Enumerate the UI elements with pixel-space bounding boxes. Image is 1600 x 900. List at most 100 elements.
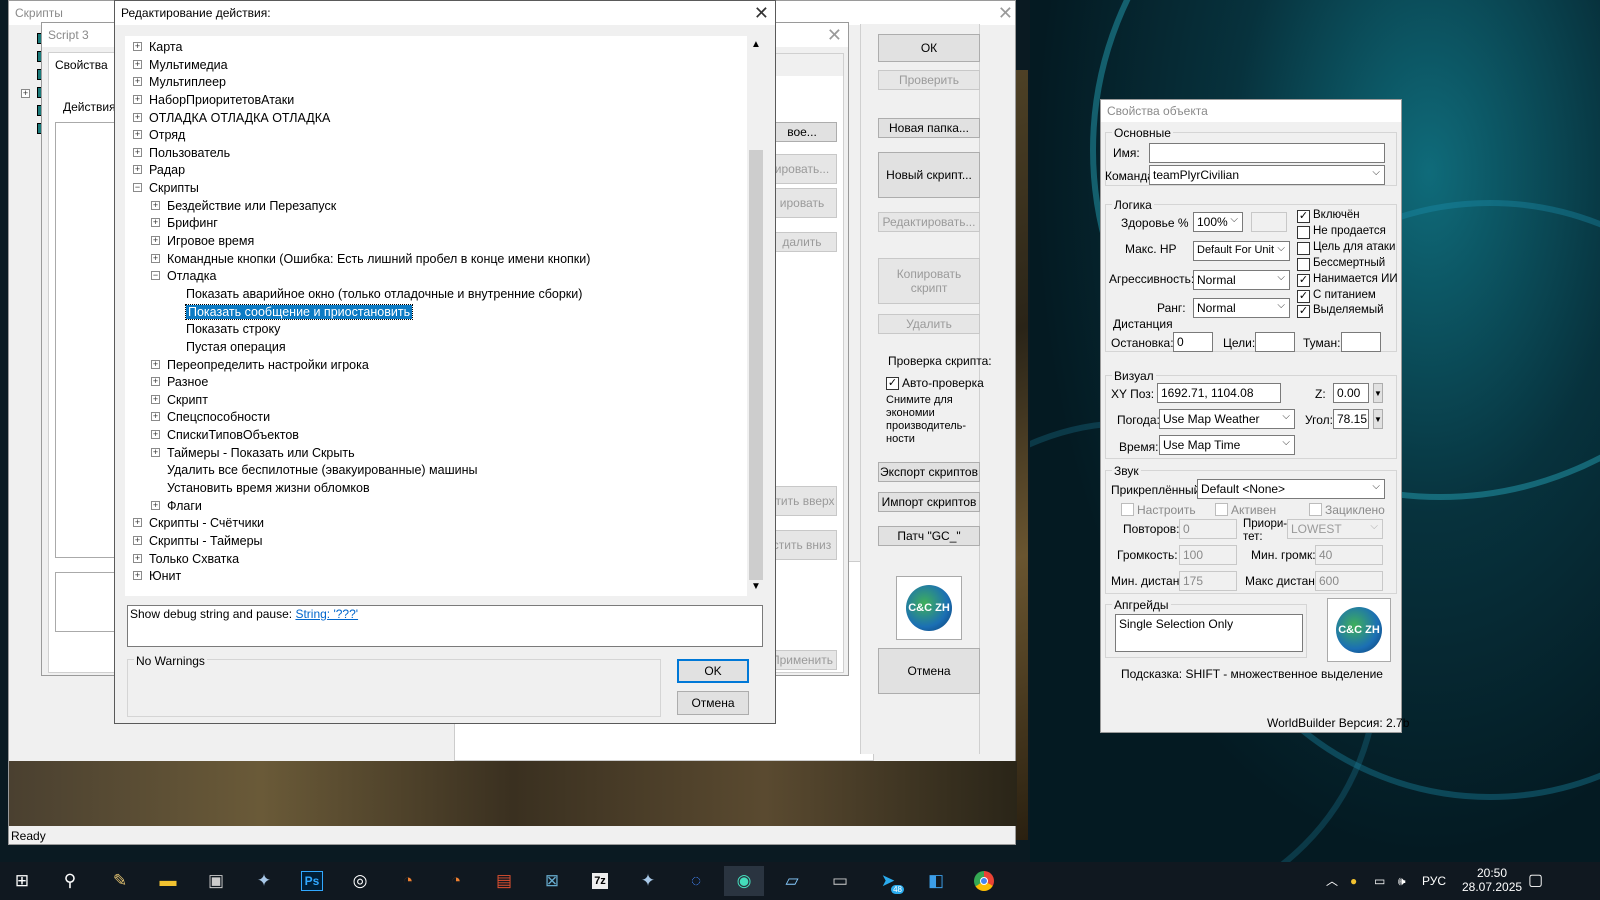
- clock[interactable]: 20:50 28.07.2025: [1462, 862, 1522, 900]
- flag-checkbox[interactable]: [1297, 257, 1310, 271]
- rank-select[interactable]: Normal ⌵: [1193, 298, 1290, 318]
- tree-node[interactable]: Мультиплеер: [149, 73, 226, 91]
- tree-node[interactable]: НаборПриоритетовАтаки: [149, 91, 294, 109]
- dialog-ok-button[interactable]: OK: [677, 659, 749, 683]
- tree-node[interactable]: Установить время жизни обломков: [167, 479, 370, 497]
- blender-icon[interactable]: ◔: [388, 866, 428, 896]
- edit-script-button[interactable]: Редактировать...: [878, 212, 980, 232]
- expand-icon[interactable]: +: [151, 253, 160, 263]
- tree-node[interactable]: СпискиТиповОбъектов: [167, 426, 299, 444]
- tree-node[interactable]: Удалить все беспилотные (эвакуированные)…: [167, 461, 478, 479]
- patch-gc-button[interactable]: Патч "GC_": [878, 526, 980, 546]
- flag-checkbox[interactable]: ✓: [1297, 273, 1310, 287]
- xy-position-input[interactable]: 1692.71, 1104.08: [1157, 383, 1281, 403]
- expand-icon[interactable]: +: [133, 518, 142, 528]
- tree-node[interactable]: Скрипты - Счётчики: [149, 514, 264, 532]
- flag-checkbox[interactable]: [1297, 225, 1310, 239]
- volume-input[interactable]: 100: [1179, 545, 1237, 565]
- health-custom-input[interactable]: [1251, 212, 1287, 232]
- app-generals-icon[interactable]: ✦: [628, 866, 668, 896]
- cancel-button[interactable]: Отмена: [878, 648, 980, 694]
- collapse-icon[interactable]: −: [151, 271, 160, 281]
- expand-icon[interactable]: +: [133, 553, 142, 563]
- tree-node[interactable]: Скрипт: [167, 391, 208, 409]
- tray-app-icon[interactable]: ●: [1350, 862, 1357, 900]
- apply-button[interactable]: Применить: [767, 650, 837, 670]
- expand-icon[interactable]: +: [151, 447, 160, 457]
- tree-node[interactable]: Карта: [149, 38, 182, 56]
- file-explorer-icon[interactable]: ▬: [148, 866, 188, 896]
- tree-node[interactable]: Переопределить настройки игрока: [167, 356, 369, 374]
- repeats-input[interactable]: 0: [1179, 519, 1237, 539]
- tree-node[interactable]: ОТЛАДКА ОТЛАДКА ОТЛАДКА: [149, 109, 330, 127]
- 7zip-icon[interactable]: 7z: [580, 866, 620, 896]
- new-action-button[interactable]: вое...: [767, 122, 837, 142]
- looped-checkbox[interactable]: [1309, 503, 1322, 516]
- max-distance-input[interactable]: 600: [1315, 571, 1383, 591]
- tree-node[interactable]: Скрипты - Таймеры: [149, 532, 263, 550]
- expand-icon[interactable]: +: [133, 94, 142, 104]
- tree-node[interactable]: Юнит: [149, 567, 181, 585]
- search-icon[interactable]: ⚲: [50, 866, 90, 896]
- close-icon[interactable]: ✕: [754, 3, 769, 23]
- z-spin-icon[interactable]: ▼: [1373, 383, 1383, 403]
- tree-node[interactable]: Пользователь: [149, 144, 230, 162]
- action-tree[interactable]: + Карта + Мультимедиа + Мультиплеер + НаборПрио…: [125, 36, 747, 596]
- language-indicator[interactable]: РУС: [1422, 862, 1446, 900]
- tree-node[interactable]: Скрипты: [149, 179, 199, 197]
- tree-node[interactable]: Пустая операция: [186, 338, 286, 356]
- attached-sound-select[interactable]: Default <None> ⌵: [1197, 479, 1385, 499]
- chrome-icon[interactable]: [964, 866, 1004, 896]
- game-viewport-strip[interactable]: [9, 761, 1017, 826]
- tray-expand-icon[interactable]: ︿: [1326, 862, 1338, 900]
- blender-alt-icon[interactable]: ◔: [436, 866, 476, 896]
- z-input[interactable]: 0.00: [1333, 383, 1369, 403]
- tree-node[interactable]: Радар: [149, 161, 185, 179]
- tree-node[interactable]: Игровое время: [167, 232, 254, 250]
- upgrades-list[interactable]: Single Selection Only: [1115, 614, 1303, 652]
- tree-node[interactable]: Показать строку: [186, 320, 280, 338]
- tree-node[interactable]: Мультимедиа: [149, 56, 228, 74]
- expand-icon[interactable]: +: [133, 571, 142, 581]
- expand-icon[interactable]: +: [151, 500, 160, 510]
- team-select[interactable]: teamPlyrCivilian ⌵: [1149, 165, 1385, 185]
- close-icon[interactable]: ✕: [998, 3, 1013, 23]
- priority-select[interactable]: LOWEST ⌵: [1287, 519, 1383, 539]
- stop-distance-input[interactable]: 0: [1173, 332, 1213, 352]
- auto-check-checkbox[interactable]: ✓: [886, 377, 899, 390]
- expand-icon[interactable]: +: [151, 200, 160, 210]
- tree-node[interactable]: Отладка: [167, 267, 216, 285]
- flag-checkbox[interactable]: [1297, 241, 1310, 255]
- tree-node[interactable]: Показать сообщение и приостановить: [184, 303, 414, 321]
- expand-icon[interactable]: +: [133, 165, 142, 175]
- network-icon[interactable]: ▭: [1374, 862, 1385, 900]
- start-windows-icon[interactable]: ⊞: [2, 866, 42, 896]
- tree-node[interactable]: Спецспособности: [167, 408, 270, 426]
- notifications-icon[interactable]: ▢: [1528, 862, 1543, 900]
- app-circle-icon[interactable]: ◎: [340, 866, 380, 896]
- tree-node[interactable]: Бездействие или Перезапуск: [167, 197, 336, 215]
- fog-distance-input[interactable]: [1341, 332, 1381, 352]
- app-notepad-icon[interactable]: ▱: [772, 866, 812, 896]
- app-image-icon[interactable]: ▣: [196, 866, 236, 896]
- app-cnc-icon[interactable]: ✦: [244, 866, 284, 896]
- telegram-icon[interactable]: ➤ 48: [868, 866, 908, 896]
- expand-icon[interactable]: +: [151, 236, 160, 246]
- expand-icon[interactable]: +: [21, 89, 30, 98]
- tree-node[interactable]: Командные кнопки (Ошибка: Есть лишний пр…: [167, 250, 590, 268]
- close-icon[interactable]: ✕: [827, 25, 842, 45]
- flag-checkbox[interactable]: ✓: [1297, 289, 1310, 303]
- angle-input[interactable]: 78.15: [1333, 409, 1369, 429]
- min-volume-input[interactable]: 40: [1315, 545, 1383, 565]
- delete-script-button[interactable]: Удалить: [878, 314, 980, 334]
- check-button[interactable]: Проверить: [878, 70, 980, 90]
- copy-action-button[interactable]: ировать: [767, 188, 837, 218]
- expand-icon[interactable]: +: [133, 77, 142, 87]
- app-edge-icon[interactable]: ◌: [676, 866, 716, 896]
- new-script-button[interactable]: Новый скрипт...: [878, 152, 980, 198]
- expand-icon[interactable]: +: [133, 59, 142, 69]
- collapse-icon[interactable]: −: [133, 183, 142, 193]
- move-down-button[interactable]: стить вниз: [767, 530, 837, 560]
- weather-select[interactable]: Use Map Weather ⌵: [1159, 409, 1295, 429]
- scroll-down-icon[interactable]: ▼: [747, 578, 765, 596]
